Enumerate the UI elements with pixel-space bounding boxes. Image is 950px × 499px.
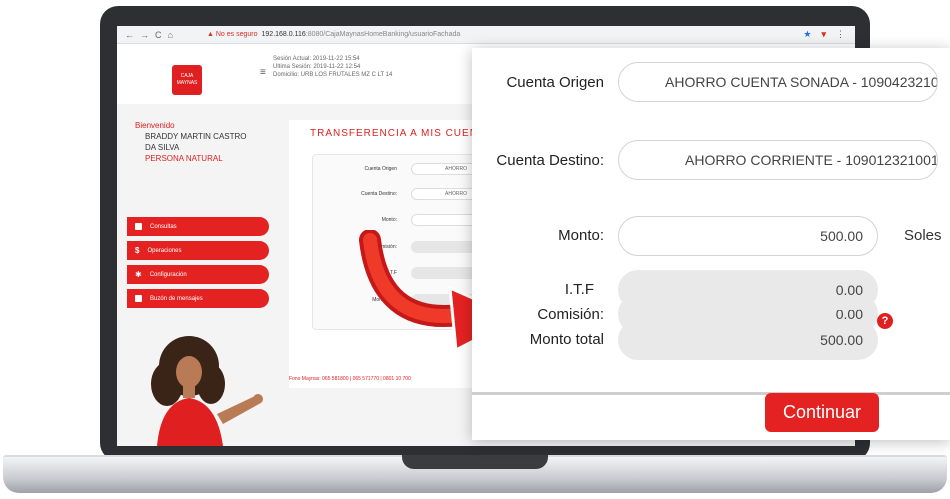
currency-label: Soles: [904, 227, 942, 244]
sidebar-item-label: Consultas: [150, 223, 177, 230]
logo-text: CAJA MAYNAS: [176, 73, 198, 86]
browser-nav: ← → C ⌂: [117, 30, 207, 40]
monto-label: Monto:: [558, 227, 604, 244]
url-path: :8080/CajaMaynasHomeBanking/usuarioFacha…: [305, 31, 461, 38]
user-address: Domicilio: URB LOS FRUTALES MZ C LT 14: [273, 72, 393, 78]
sidebar-menu: Consultas $ Operaciones ✱ Configuración Bu…: [127, 217, 269, 313]
promo-woman-illustration: [151, 336, 263, 446]
gear-icon: ✱: [135, 270, 142, 279]
sidebar-item-configuracion[interactable]: ✱ Configuración: [127, 265, 269, 284]
laptop-notch: [402, 455, 548, 469]
home-icon[interactable]: ⌂: [168, 30, 173, 40]
bg-destino-label: Cuenta Destino:: [361, 191, 397, 197]
sidebar-item-label: Buzón de mensajes: [150, 295, 203, 302]
browser-actions: ★ ▾ ⋮: [803, 29, 845, 40]
itf-label: I.T.F: [564, 281, 594, 298]
bookmark-star-icon[interactable]: ★: [803, 29, 811, 40]
destino-select[interactable]: AHORRO CORRIENTE - 109012321001: [618, 140, 938, 180]
origen-value: AHORRO CUENTA SONADA - 10904232100: [665, 74, 938, 90]
sidebar-item-consultas[interactable]: Consultas: [127, 217, 269, 236]
menu-dots-icon[interactable]: ⋮: [836, 29, 845, 40]
insecure-label: No es seguro: [215, 31, 258, 38]
footer-text: Fono Maynas: 065 581800 | 065 571770 | 0…: [289, 376, 411, 382]
browser-bar: ← → C ⌂ ▲ No es seguro 192.168.0.116:808…: [117, 26, 855, 44]
bg-origen-label: Cuenta Origen: [364, 166, 397, 172]
sidebar-item-label: Configuración: [149, 271, 187, 278]
greeting: Bienvenido: [135, 121, 175, 130]
page-title: TRANSFERENCIA A MIS CUENT: [310, 128, 486, 139]
back-icon[interactable]: ←: [125, 30, 134, 40]
monto-value: 500.00: [820, 228, 863, 244]
monto-input[interactable]: 500.00: [618, 216, 878, 256]
sidebar-item-buzon[interactable]: Buzón de mensajes: [127, 289, 269, 308]
origen-label: Cuenta Origen: [506, 74, 604, 91]
bg-monto-label: Monto:: [381, 217, 397, 223]
session-last: Ultima Sesión: 2019-11-22 12:54: [273, 64, 361, 70]
footer-phones: Fono Maynas: 065 581800 | 065 571770 | 0…: [289, 376, 411, 382]
user-name-line2: DA SILVA: [145, 143, 180, 152]
reload-icon[interactable]: C: [155, 30, 162, 40]
destino-value: AHORRO CORRIENTE - 109012321001: [685, 152, 938, 168]
user-type: PERSONA NATURAL: [145, 154, 223, 163]
comision-value: 0.00: [835, 306, 863, 322]
dollar-icon: $: [135, 246, 140, 255]
session-info: Sesión Actual: 2019-11-22 15:54 Ultima S…: [273, 55, 392, 79]
insecure-warning[interactable]: ▲ No es seguro: [207, 31, 258, 38]
mail-icon: [135, 295, 142, 302]
extension-shield-icon[interactable]: ▾: [821, 29, 826, 40]
list-icon: [135, 223, 142, 230]
url-host: 192.168.0.116: [261, 31, 306, 38]
comision-label: Comisión:: [537, 306, 604, 323]
welcome-block: Bienvenido BRADDY MARTIN CASTRO DA SILVA…: [135, 120, 247, 164]
sidebar-item-label: Operaciones: [147, 247, 182, 254]
origen-select[interactable]: AHORRO CUENTA SONADA - 10904232100: [618, 62, 938, 102]
user-name-line1: BRADDY MARTIN CASTRO: [145, 132, 247, 141]
sidebar-item-operaciones[interactable]: $ Operaciones: [127, 241, 269, 260]
destino-label: Cuenta Destino:: [496, 152, 604, 169]
help-icon[interactable]: ?: [877, 313, 893, 329]
hamburger-icon[interactable]: ≡: [260, 67, 266, 78]
comision-field: 0.00: [618, 294, 878, 334]
session-current: Sesión Actual: 2019-11-22 15:54: [273, 56, 360, 62]
forward-icon[interactable]: →: [140, 30, 149, 40]
caja-maynas-logo[interactable]: CAJA MAYNAS: [172, 65, 202, 95]
stage: ← → C ⌂ ▲ No es seguro 192.168.0.116:808…: [0, 0, 950, 499]
address-bar[interactable]: 192.168.0.116:8080/CajaMaynasHomeBanking…: [262, 31, 461, 38]
magnified-transfer-form: Cuenta Origen AHORRO CUENTA SONADA - 109…: [472, 48, 950, 440]
